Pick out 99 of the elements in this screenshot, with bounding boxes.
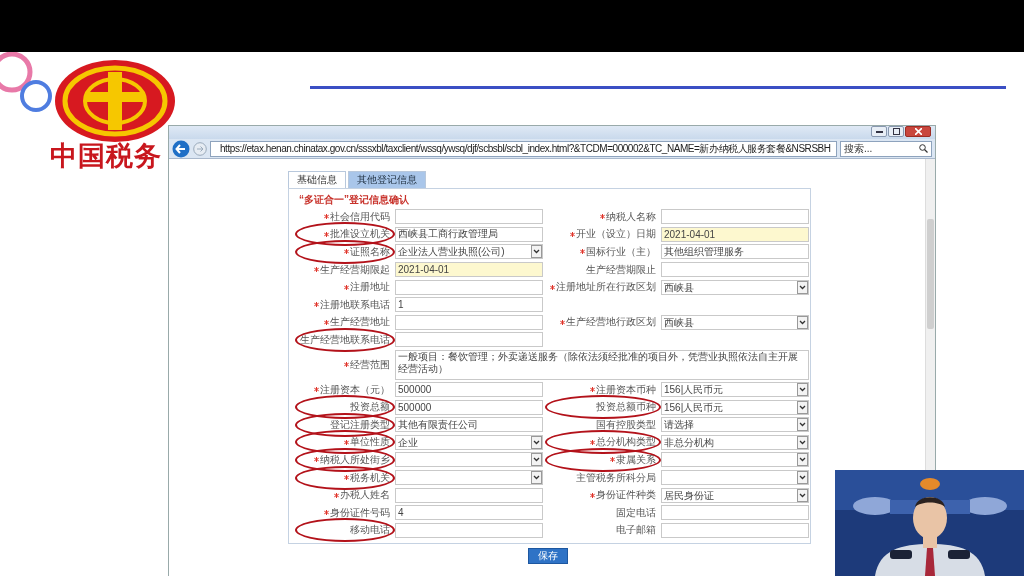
minimize-icon: [875, 130, 883, 133]
field-label: 身份证件种类: [596, 489, 656, 502]
caret-icon: [797, 400, 808, 414]
input-field[interactable]: [661, 505, 809, 521]
caret-icon: [797, 315, 808, 329]
field-label: 投资总额币种: [596, 401, 656, 414]
field-label: 社会信用代码: [330, 210, 390, 223]
back-icon[interactable]: [172, 139, 190, 158]
field-label: 注册地联系电话: [320, 298, 390, 311]
field-label: 电子邮箱: [616, 524, 656, 537]
select-field[interactable]: [661, 452, 809, 468]
save-button[interactable]: 保存: [528, 548, 568, 565]
caret-icon: [797, 383, 808, 397]
field-label: 税务机关: [350, 471, 390, 484]
field-label: 批准设立机关: [330, 228, 390, 241]
maximize-button[interactable]: [888, 126, 904, 137]
maximize-icon: [892, 128, 900, 135]
textarea-field[interactable]: 一般项目：餐饮管理；外卖递送服务（除依法须经批准的项目外，凭营业执照依法自主开展经营活动）: [395, 349, 809, 380]
select-field[interactable]: 企业法人营业执照(公司): [395, 244, 543, 260]
caret-icon: [797, 418, 808, 432]
field-label: 注册地址: [350, 281, 390, 294]
caret-icon: [531, 245, 542, 259]
field-label: 开业（设立）日期: [576, 228, 656, 241]
input-field[interactable]: 其他组织管理服务: [661, 244, 809, 260]
select-field[interactable]: [395, 452, 543, 468]
field-label: 纳税人名称: [606, 210, 656, 223]
select-field[interactable]: 非总分机构: [661, 434, 809, 450]
select-field[interactable]: 企业: [395, 434, 543, 450]
input-field[interactable]: [395, 522, 543, 538]
forward-icon[interactable]: [193, 141, 207, 156]
field-label: 投资总额: [350, 401, 390, 414]
input-field[interactable]: [395, 279, 543, 295]
input-field[interactable]: 2021-04-01: [395, 262, 543, 278]
input-field[interactable]: 4: [395, 505, 543, 521]
caret-icon: [797, 453, 808, 467]
minimize-button[interactable]: [871, 126, 887, 137]
select-field[interactable]: 西峡县: [661, 279, 809, 295]
field-label: 隶属关系: [616, 453, 656, 466]
search-placeholder: 搜索...: [844, 142, 873, 156]
input-field[interactable]: [661, 522, 809, 538]
logo-text: 中国税务: [50, 142, 162, 169]
decorative-rings: [0, 52, 54, 112]
tab[interactable]: 基础信息: [288, 171, 346, 188]
field-label: 注册资本（元）: [320, 383, 390, 396]
select-field[interactable]: [395, 470, 543, 485]
scrollbar[interactable]: [925, 159, 935, 471]
field-label: 单位性质: [350, 436, 390, 449]
field-label: 注册地址所在行政区划: [556, 281, 656, 294]
input-field[interactable]: [661, 209, 809, 225]
select-field[interactable]: 156|人民币元: [661, 382, 809, 398]
search-field[interactable]: 搜索...: [840, 140, 932, 157]
caret-icon: [531, 453, 542, 467]
input-field[interactable]: 500000: [395, 399, 543, 415]
select-field[interactable]: [661, 470, 809, 485]
field-label: 证照名称: [350, 246, 390, 258]
input-field[interactable]: 西峡县工商行政管理局: [395, 226, 543, 242]
input-field[interactable]: 1: [395, 297, 543, 313]
field-label: 登记注册类型: [330, 418, 390, 431]
search-icon: [919, 144, 928, 153]
caret-icon: [797, 280, 808, 294]
field-label: 主管税务所科分局: [576, 471, 656, 484]
field-label: 生产经营期限止: [586, 263, 656, 276]
field-label: 固定电话: [616, 506, 656, 519]
input-field[interactable]: [395, 209, 543, 225]
caret-icon: [797, 488, 808, 502]
scroll-thumb[interactable]: [927, 219, 934, 329]
caret-icon: [797, 435, 808, 449]
field-label: 总分机构类型: [596, 436, 656, 449]
field-label: 生产经营地行政区划: [566, 316, 656, 329]
field-label: 身份证件号码: [330, 506, 390, 519]
input-field[interactable]: [395, 487, 543, 503]
close-button[interactable]: [905, 126, 931, 137]
select-field[interactable]: 请选择: [661, 417, 809, 433]
input-field[interactable]: 其他有限责任公司: [395, 417, 543, 433]
input-field[interactable]: [395, 314, 543, 330]
emblem-icon: [52, 58, 178, 144]
field-label: 生产经营地址: [330, 316, 390, 329]
field-label: 办税人姓名: [340, 489, 390, 502]
input-field[interactable]: [395, 332, 543, 348]
field-label: 经营范围: [350, 358, 390, 371]
field-label: 生产经营地联系电话: [300, 333, 390, 346]
field-label: 注册资本币种: [596, 383, 656, 396]
field-label: 移动电话: [350, 524, 390, 537]
form-title: “多证合一”登记信息确认: [299, 194, 410, 206]
caret-icon: [531, 435, 542, 449]
tab[interactable]: 其他登记信息: [348, 171, 426, 188]
field-label: 国有控股类型: [596, 418, 656, 431]
close-icon: [914, 128, 922, 135]
field-label: 纳税人所处街乡: [320, 453, 390, 466]
caret-icon: [531, 471, 542, 484]
field-label: 生产经营期限起: [320, 263, 390, 276]
select-field[interactable]: 西峡县: [661, 314, 809, 330]
caret-icon: [797, 471, 808, 484]
field-label: 国标行业（主）: [586, 246, 656, 258]
input-field[interactable]: 2021-04-01: [661, 226, 809, 242]
select-field[interactable]: 156|人民币元: [661, 399, 809, 415]
input-field[interactable]: [661, 262, 809, 278]
select-field[interactable]: 居民身份证: [661, 487, 809, 503]
input-field[interactable]: 500000: [395, 382, 543, 398]
